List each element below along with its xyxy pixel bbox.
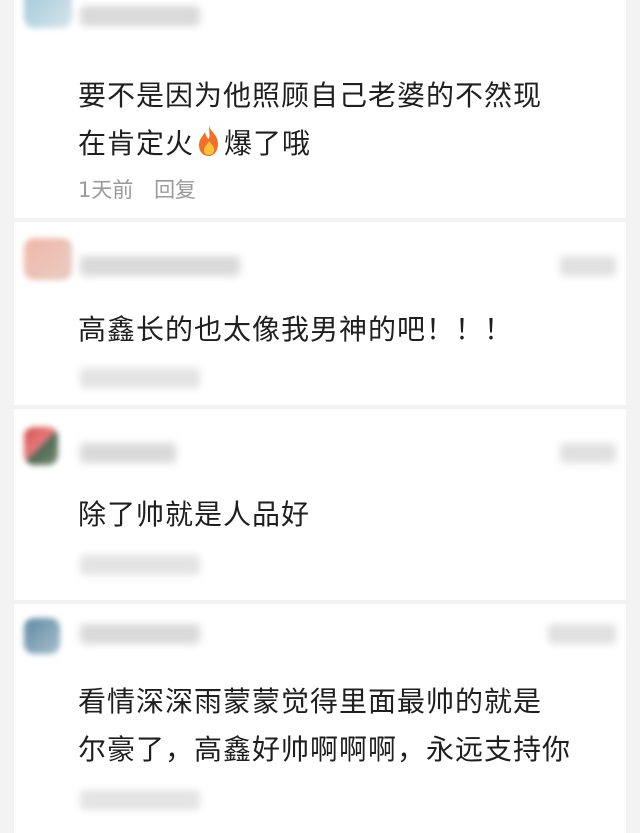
comment-card: 除了帅就是人品好 [14, 409, 626, 600]
comment-card: 高鑫长的也太像我男神的吧！！！ [14, 222, 626, 405]
comment-text-line: 看情深深雨蒙蒙觉得里面最帅的就是 [78, 685, 543, 718]
comment-text: 看情深深雨蒙蒙觉得里面最帅的就是 尔豪了，高鑫好帅啊啊啊，永远支持你 [78, 678, 618, 774]
username-blurred[interactable] [80, 624, 200, 644]
comment-text-line: 爆了哦 [224, 127, 312, 160]
fire-emoji-icon [199, 126, 219, 156]
avatar[interactable] [24, 618, 60, 654]
reply-button[interactable]: 回复 [154, 178, 196, 202]
comment-text: 要不是因为他照顾自己老婆的不然现 在肯定火 爆了哦 [78, 72, 618, 168]
comment-card: 要不是因为他照顾自己老婆的不然现 在肯定火 爆了哦 1天前 回复 [14, 0, 626, 218]
timestamp-blurred [560, 256, 616, 276]
comment-meta: 1天前 回复 [78, 174, 210, 204]
comment-card: 看情深深雨蒙蒙觉得里面最帅的就是 尔豪了，高鑫好帅啊啊啊，永远支持你 [14, 604, 626, 833]
avatar[interactable] [24, 238, 72, 280]
timestamp: 1天前 [78, 178, 134, 202]
comment-feed: 要不是因为他照顾自己老婆的不然现 在肯定火 爆了哦 1天前 回复 高鑫长的也太像我… [0, 0, 640, 833]
avatar[interactable] [24, 0, 72, 28]
username-blurred[interactable] [80, 6, 200, 26]
comment-text: 除了帅就是人品好 [78, 491, 618, 539]
comment-text-line: 尔豪了，高鑫好帅啊啊啊，永远支持你 [78, 733, 572, 766]
timestamp-blurred [548, 624, 616, 644]
comment-text: 高鑫长的也太像我男神的吧！！！ [78, 306, 618, 354]
username-blurred[interactable] [80, 256, 240, 276]
comment-meta-blurred [80, 368, 200, 388]
comment-meta-blurred [80, 790, 200, 810]
timestamp-blurred [560, 443, 616, 463]
comment-text-line: 要不是因为他照顾自己老婆的不然现 [78, 79, 543, 112]
username-blurred[interactable] [80, 443, 176, 463]
comment-text-line: 在肯定火 [78, 127, 195, 160]
comment-text-line: 除了帅就是人品好 [78, 498, 311, 531]
comment-text-line: 高鑫长的也太像我男神的吧！！！ [78, 313, 514, 346]
avatar[interactable] [24, 427, 58, 465]
comment-meta-blurred [80, 555, 200, 575]
